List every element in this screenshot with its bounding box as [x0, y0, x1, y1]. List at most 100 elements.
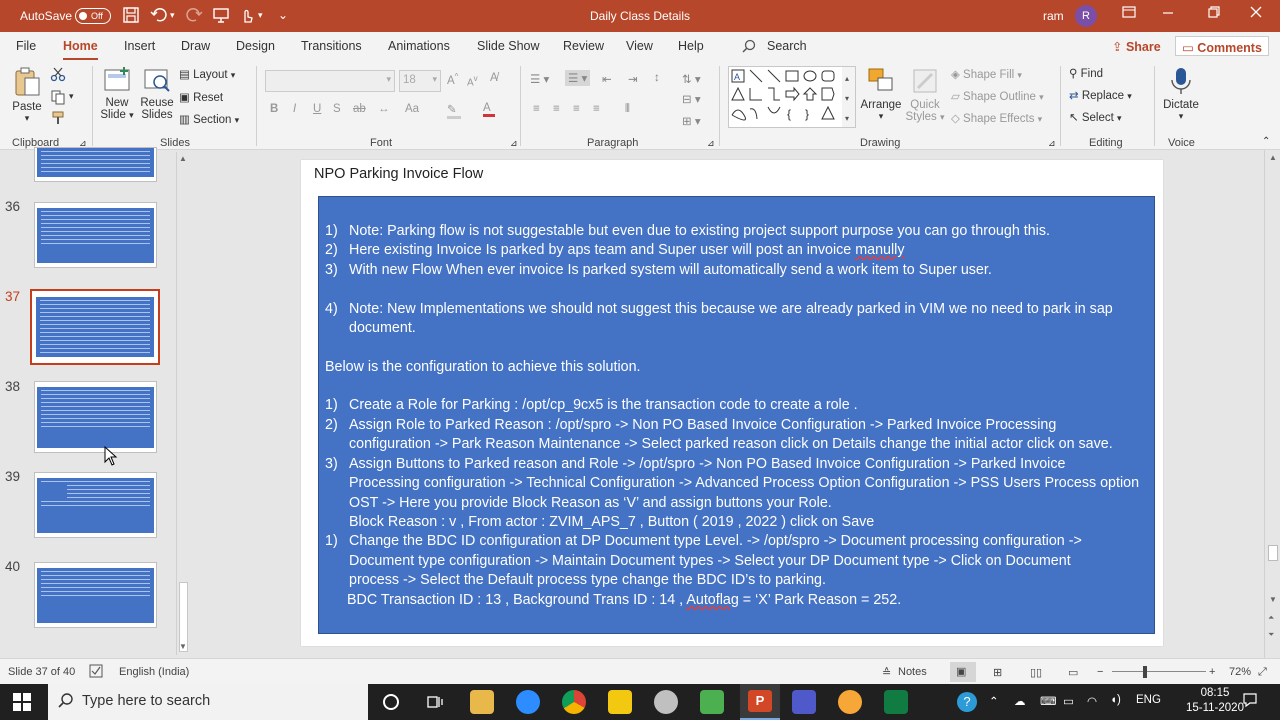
- shape-effects-button[interactable]: ◇ Shape Effects ▾: [951, 111, 1042, 125]
- zoom-slider-thumb[interactable]: [1143, 666, 1147, 678]
- increase-indent-icon[interactable]: ⇥: [628, 72, 638, 86]
- columns-icon[interactable]: ⫴: [625, 103, 630, 116]
- slide-sorter-icon[interactable]: ⊞: [993, 666, 1002, 679]
- spellcheck-icon[interactable]: [89, 664, 103, 681]
- slide-counter[interactable]: Slide 37 of 40: [8, 666, 75, 678]
- layout-button[interactable]: ▤ Layout ▾: [179, 67, 235, 81]
- new-slide-button[interactable]: New Slide ▾: [100, 66, 134, 121]
- tab-draw[interactable]: Draw: [181, 39, 210, 53]
- zoom-slider[interactable]: [1112, 671, 1206, 672]
- change-case-icon[interactable]: Aa: [405, 103, 419, 115]
- search-icon[interactable]: [742, 39, 756, 56]
- font-color-icon[interactable]: A: [483, 102, 495, 117]
- touch-dropdown-icon[interactable]: ▾: [258, 6, 263, 24]
- language-indicator[interactable]: English (India): [119, 666, 189, 678]
- tell-me-search[interactable]: Search: [767, 39, 807, 53]
- fit-to-window-icon[interactable]: ⤢: [1258, 666, 1267, 679]
- snipping-tool-icon[interactable]: [654, 690, 678, 714]
- close-icon[interactable]: [1249, 5, 1263, 23]
- paste-dropdown-icon[interactable]: ▾: [12, 113, 42, 124]
- reuse-slides-button[interactable]: Reuse Slides: [140, 66, 174, 121]
- replace-button[interactable]: ⇄ Replace ▾: [1069, 88, 1132, 102]
- slide-thumbnail-35[interactable]: [34, 147, 157, 182]
- bold-icon[interactable]: B: [270, 103, 278, 115]
- format-painter-icon[interactable]: [50, 110, 66, 129]
- clear-formatting-icon[interactable]: A̸: [490, 72, 498, 84]
- cut-icon[interactable]: [50, 66, 66, 85]
- quick-styles-button[interactable]: Quick Styles ▾: [904, 66, 946, 123]
- italic-icon[interactable]: I: [293, 103, 296, 115]
- show-hidden-icons-icon[interactable]: ⌃: [989, 694, 999, 708]
- smartart-icon[interactable]: ⊞ ▾: [682, 114, 701, 128]
- touch-mode-icon[interactable]: [238, 6, 256, 29]
- ribbon-display-options-icon[interactable]: [1122, 5, 1136, 23]
- tab-review[interactable]: Review: [563, 39, 604, 53]
- section-button[interactable]: ▥ Section ▾: [179, 112, 239, 126]
- slide-thumbnail-36[interactable]: [34, 202, 157, 268]
- bullets-icon[interactable]: ☰ ▾: [530, 72, 549, 86]
- battery-icon[interactable]: ▭: [1063, 694, 1074, 708]
- align-center-icon[interactable]: ≡: [553, 103, 560, 115]
- help-icon[interactable]: ?: [957, 692, 977, 712]
- font-size-dropdown-icon[interactable]: ▾: [432, 74, 437, 85]
- scroll-down-icon[interactable]: ▼: [179, 642, 187, 651]
- restore-icon[interactable]: [1207, 5, 1221, 23]
- tab-insert[interactable]: Insert: [124, 39, 155, 53]
- share-button[interactable]: ⇪ Share: [1106, 36, 1167, 56]
- present-from-beginning-icon[interactable]: [212, 6, 230, 29]
- minimize-icon[interactable]: [1161, 5, 1175, 23]
- normal-view-button[interactable]: ▣: [950, 662, 976, 682]
- autosave-toggle[interactable]: Off: [75, 8, 111, 24]
- zoom-app-icon[interactable]: [516, 690, 540, 714]
- scroll-up-icon[interactable]: ▲: [179, 154, 187, 163]
- arrange-button[interactable]: Arrange ▾: [860, 66, 902, 122]
- numbering-icon[interactable]: ☰ ▾: [565, 70, 591, 86]
- undo-icon[interactable]: [150, 6, 168, 29]
- align-text-icon[interactable]: ⊟ ▾: [682, 92, 701, 106]
- volume-icon[interactable]: ◖): [1110, 694, 1121, 706]
- tab-file[interactable]: File: [16, 39, 36, 53]
- paragraph-launcher-icon[interactable]: ⊿: [707, 138, 715, 149]
- font-launcher-icon[interactable]: ⊿: [510, 138, 518, 149]
- justify-icon[interactable]: ≡: [593, 103, 600, 115]
- slide-show-icon[interactable]: ▭: [1068, 666, 1078, 679]
- align-left-icon[interactable]: ≡: [533, 103, 540, 115]
- cortana-icon[interactable]: [382, 693, 400, 714]
- slide-thumbnail-38[interactable]: [34, 381, 157, 453]
- slide-thumbnail-37[interactable]: [30, 289, 160, 365]
- zoom-in-icon[interactable]: +: [1209, 666, 1215, 678]
- drawing-launcher-icon[interactable]: ⊿: [1048, 138, 1056, 149]
- scroll-down-icon[interactable]: ▼: [1269, 595, 1277, 604]
- tab-home[interactable]: Home: [63, 39, 98, 61]
- decrease-indent-icon[interactable]: ⇤: [602, 72, 612, 86]
- scroll-up-icon[interactable]: ▲: [1269, 153, 1277, 162]
- next-slide-icon[interactable]: ⏷: [1268, 630, 1274, 640]
- tab-slide-show[interactable]: Slide Show: [477, 39, 540, 53]
- increase-font-icon[interactable]: A^: [447, 72, 458, 87]
- previous-slide-icon[interactable]: ⏶: [1268, 613, 1274, 623]
- customize-qat-icon[interactable]: ⌄: [278, 6, 288, 24]
- slide-title[interactable]: NPO Parking Invoice Flow: [314, 166, 483, 182]
- slide-content-box[interactable]: 1) Note: Parking flow is not suggestable …: [318, 196, 1155, 634]
- strikethrough-icon[interactable]: ab: [353, 103, 366, 115]
- underline-icon[interactable]: U: [313, 103, 321, 115]
- wifi-icon[interactable]: ◠: [1087, 694, 1097, 708]
- notes-button[interactable]: Notes: [898, 666, 927, 678]
- collapse-ribbon-icon[interactable]: ⌃: [1262, 136, 1270, 147]
- thumbnail-scrollbar[interactable]: ▲ ▼: [176, 152, 189, 655]
- shape-outline-button[interactable]: ▱ Shape Outline ▾: [951, 89, 1044, 103]
- notifications-icon[interactable]: [1242, 692, 1258, 711]
- notes-icon[interactable]: ≙: [882, 666, 891, 679]
- copy-icon[interactable]: [50, 89, 66, 108]
- text-direction-icon[interactable]: ⇅ ▾: [682, 72, 701, 86]
- excel-icon[interactable]: [884, 690, 908, 714]
- font-size-box[interactable]: 18 ▾: [399, 70, 441, 92]
- slide-scrollbar[interactable]: ▲ ▼ ⏶ ⏷: [1264, 150, 1280, 658]
- copy-dropdown-icon[interactable]: ▾: [69, 91, 74, 102]
- zoom-level[interactable]: 72%: [1229, 666, 1251, 678]
- task-view-icon[interactable]: [426, 693, 444, 714]
- undo-dropdown-icon[interactable]: ▾: [170, 6, 175, 24]
- teams-icon[interactable]: [792, 690, 816, 714]
- font-name-dropdown-icon[interactable]: ▾: [386, 74, 391, 85]
- tab-design[interactable]: Design: [236, 39, 275, 53]
